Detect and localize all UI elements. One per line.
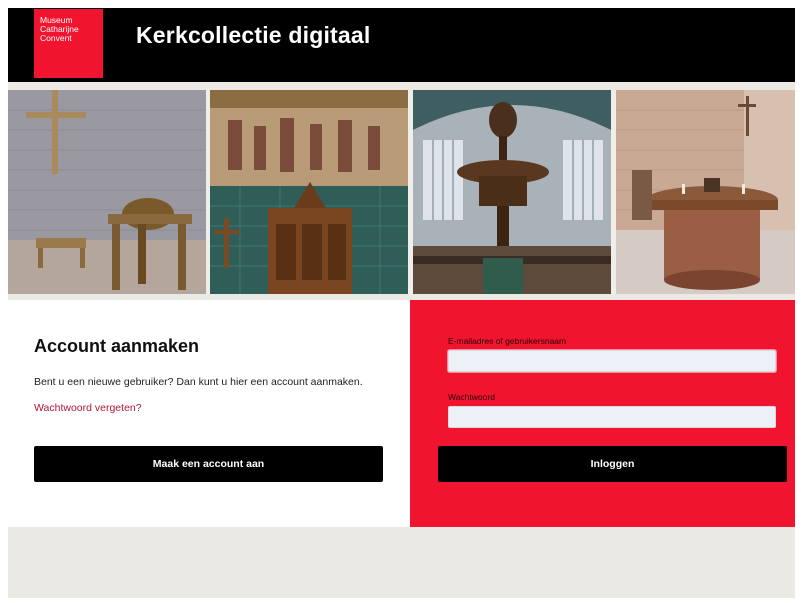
pulpit-photo	[413, 90, 611, 294]
create-account-button[interactable]: Maak een account aan	[34, 446, 383, 482]
page-footer-area	[8, 527, 795, 598]
login-panel: E-mailadres of gebruikersnaam Wachtwoord…	[410, 300, 795, 527]
app-title: Kerkcollectie digitaal	[136, 22, 371, 48]
email-label: E-mailadres of gebruikersnaam	[448, 336, 567, 346]
create-account-title: Account aanmaken	[34, 336, 200, 356]
app-frame: Museum Catharijne Convent Kerkcollectie …	[8, 8, 795, 598]
church-interior-cross-photo	[8, 90, 206, 294]
photo-banner	[8, 90, 795, 294]
altar-photo	[616, 90, 795, 294]
header: Museum Catharijne Convent Kerkcollectie …	[8, 8, 795, 82]
header-divider	[8, 82, 795, 90]
create-account-text: Bent u een nieuwe gebruiker? Dan kunt u …	[34, 376, 363, 388]
create-account-panel: Account aanmaken Bent u een nieuwe gebru…	[8, 300, 410, 527]
forgot-password-link[interactable]: Wachtwoord vergeten?	[34, 402, 142, 414]
password-field[interactable]	[448, 406, 776, 428]
museum-logo[interactable]: Museum Catharijne Convent	[34, 9, 103, 78]
mural-and-organ-photo	[210, 90, 408, 294]
email-field[interactable]	[448, 350, 776, 372]
login-button[interactable]: Inloggen	[438, 446, 787, 482]
logo-line-3: Convent	[40, 33, 72, 43]
password-label: Wachtwoord	[448, 392, 495, 402]
